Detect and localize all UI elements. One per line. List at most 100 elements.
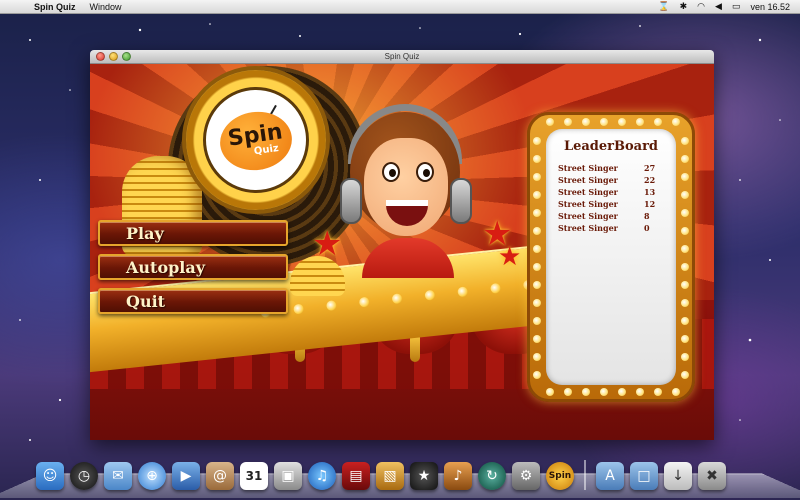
marquee-bulb <box>681 173 689 181</box>
app-menu[interactable]: Spin Quiz <box>34 2 76 12</box>
wifi-icon[interactable]: ◠ <box>697 1 705 12</box>
player-score: 12 <box>644 199 656 209</box>
leaderboard-row: Street Singer 22 <box>554 174 668 186</box>
leaderboard-row: Street Singer 13 <box>554 186 668 198</box>
photo-booth-icon[interactable]: ▤ <box>342 462 370 490</box>
player-name: Street Singer <box>558 187 618 197</box>
marquee-bulb <box>681 371 689 379</box>
marquee-bulb <box>681 191 689 199</box>
marquee-bulb <box>582 388 590 396</box>
window-title: Spin Quiz <box>384 52 420 61</box>
spin-quiz-clock-logo: Spin Quiz <box>186 70 326 210</box>
leaderboard-panel: LeaderBoard Street Singer 27 Street Singe… <box>546 129 676 385</box>
player-score: 8 <box>644 211 650 221</box>
marquee-bulb <box>533 209 541 217</box>
marquee-bulb <box>600 388 608 396</box>
address-book-icon[interactable]: @ <box>206 462 234 490</box>
finder-icon[interactable]: ☺ <box>36 462 64 490</box>
play-button[interactable]: Play <box>98 220 288 246</box>
leaderboard-row: Street Singer 0 <box>554 222 668 234</box>
garageband-icon[interactable]: ♪ <box>444 462 472 490</box>
system-preferences-icon[interactable]: ⚙ <box>512 462 540 490</box>
safari-icon[interactable]: ⊕ <box>138 462 166 490</box>
headphone-right-icon <box>450 178 472 224</box>
player-name: Street Singer <box>558 163 618 173</box>
leaderboard-frame: LeaderBoard Street Singer 27 Street Singe… <box>527 112 695 402</box>
marquee-bulb <box>636 118 644 126</box>
leaderboard-row: Street Singer 27 <box>554 162 668 174</box>
marquee-bulb <box>681 353 689 361</box>
player-name: Street Singer <box>558 199 618 209</box>
marquee-bulb <box>533 227 541 235</box>
marquee-bulb <box>672 118 680 126</box>
imovie-icon[interactable]: ★ <box>410 462 438 490</box>
window-menu[interactable]: Window <box>90 2 122 12</box>
spin-quiz-logo: Spin Quiz <box>216 107 296 175</box>
marquee-bulb <box>681 317 689 325</box>
zoom-button[interactable] <box>122 52 131 61</box>
marquee-bulb <box>533 245 541 253</box>
marquee-bulb <box>681 227 689 235</box>
character-eye <box>416 162 434 182</box>
battery-icon[interactable]: ▭ <box>732 1 741 12</box>
logo-word-quiz: Quiz <box>253 142 280 158</box>
downloads-stack-icon[interactable]: ↓ <box>664 462 692 490</box>
player-score: 22 <box>644 175 656 185</box>
leaderboard-row: Street Singer 12 <box>554 198 668 210</box>
marquee-bulb <box>533 299 541 307</box>
volume-icon[interactable]: ◀ <box>715 1 722 12</box>
time-machine-icon[interactable]: ↻ <box>478 462 506 490</box>
marquee-bulb <box>618 388 626 396</box>
marquee-bulb <box>681 209 689 217</box>
documents-folder-icon[interactable]: □ <box>630 462 658 490</box>
marquee-bulb <box>564 388 572 396</box>
time-machine-icon[interactable]: ⌛ <box>658 1 669 12</box>
marquee-bulb <box>533 173 541 181</box>
marquee-bulb <box>636 388 644 396</box>
menubar-clock[interactable]: ven 16.52 <box>750 2 790 12</box>
bluetooth-icon[interactable]: ✱ <box>680 1 688 12</box>
minimize-button[interactable] <box>109 52 118 61</box>
trash-icon[interactable]: ✖ <box>698 462 726 490</box>
leaderboard-row: Street Singer 8 <box>554 210 668 222</box>
applications-folder-icon[interactable]: A <box>596 462 624 490</box>
curtain-tassel <box>410 336 420 362</box>
marquee-bulb <box>533 371 541 379</box>
dock: ☺ ◷ ✉ ⊕ ▶ @ 31 ▣ ♫ ▤ ▧ ★ ♪ ↻ ⚙ Spin A □ … <box>36 454 726 490</box>
spin-quiz-icon[interactable]: Spin <box>546 462 574 490</box>
menu-bar: Spin Quiz Window ⌛ ✱ ◠ ◀ ▭ ven 16.52 <box>0 0 800 14</box>
marquee-bulb <box>533 353 541 361</box>
character-eye <box>382 162 400 182</box>
marquee-bulb <box>654 388 662 396</box>
character-shirt <box>362 238 454 278</box>
leaderboard-title: LeaderBoard <box>563 139 659 154</box>
quit-button[interactable]: Quit <box>98 288 288 314</box>
marquee-bulb <box>681 299 689 307</box>
dashboard-icon[interactable]: ◷ <box>70 462 98 490</box>
headphone-left-icon <box>340 178 362 224</box>
preview-icon[interactable]: ▧ <box>376 462 404 490</box>
facetime-icon[interactable]: ▶ <box>172 462 200 490</box>
player-name: Street Singer <box>558 175 618 185</box>
marquee-bulb <box>681 245 689 253</box>
iphoto-icon[interactable]: ▣ <box>274 462 302 490</box>
close-button[interactable] <box>96 52 105 61</box>
itunes-icon[interactable]: ♫ <box>308 462 336 490</box>
mail-icon[interactable]: ✉ <box>104 462 132 490</box>
marquee-bulb <box>681 281 689 289</box>
clock-face: Spin Quiz <box>203 87 309 193</box>
window-titlebar[interactable]: Spin Quiz <box>90 50 714 64</box>
marquee-bulb <box>533 137 541 145</box>
marquee-bulb <box>533 263 541 271</box>
host-character <box>334 104 474 278</box>
star-decoration-icon: ★ <box>498 242 522 272</box>
marquee-bulb <box>533 281 541 289</box>
ical-icon[interactable]: 31 <box>240 462 268 490</box>
autoplay-button[interactable]: Autoplay <box>98 254 288 280</box>
player-name: Street Singer <box>558 211 618 221</box>
dock-separator <box>584 460 586 490</box>
marquee-bulb <box>681 155 689 163</box>
status-area: ⌛ ✱ ◠ ◀ ▭ ven 16.52 <box>658 1 790 12</box>
marquee-bulb <box>681 263 689 271</box>
marquee-bulb <box>546 388 554 396</box>
